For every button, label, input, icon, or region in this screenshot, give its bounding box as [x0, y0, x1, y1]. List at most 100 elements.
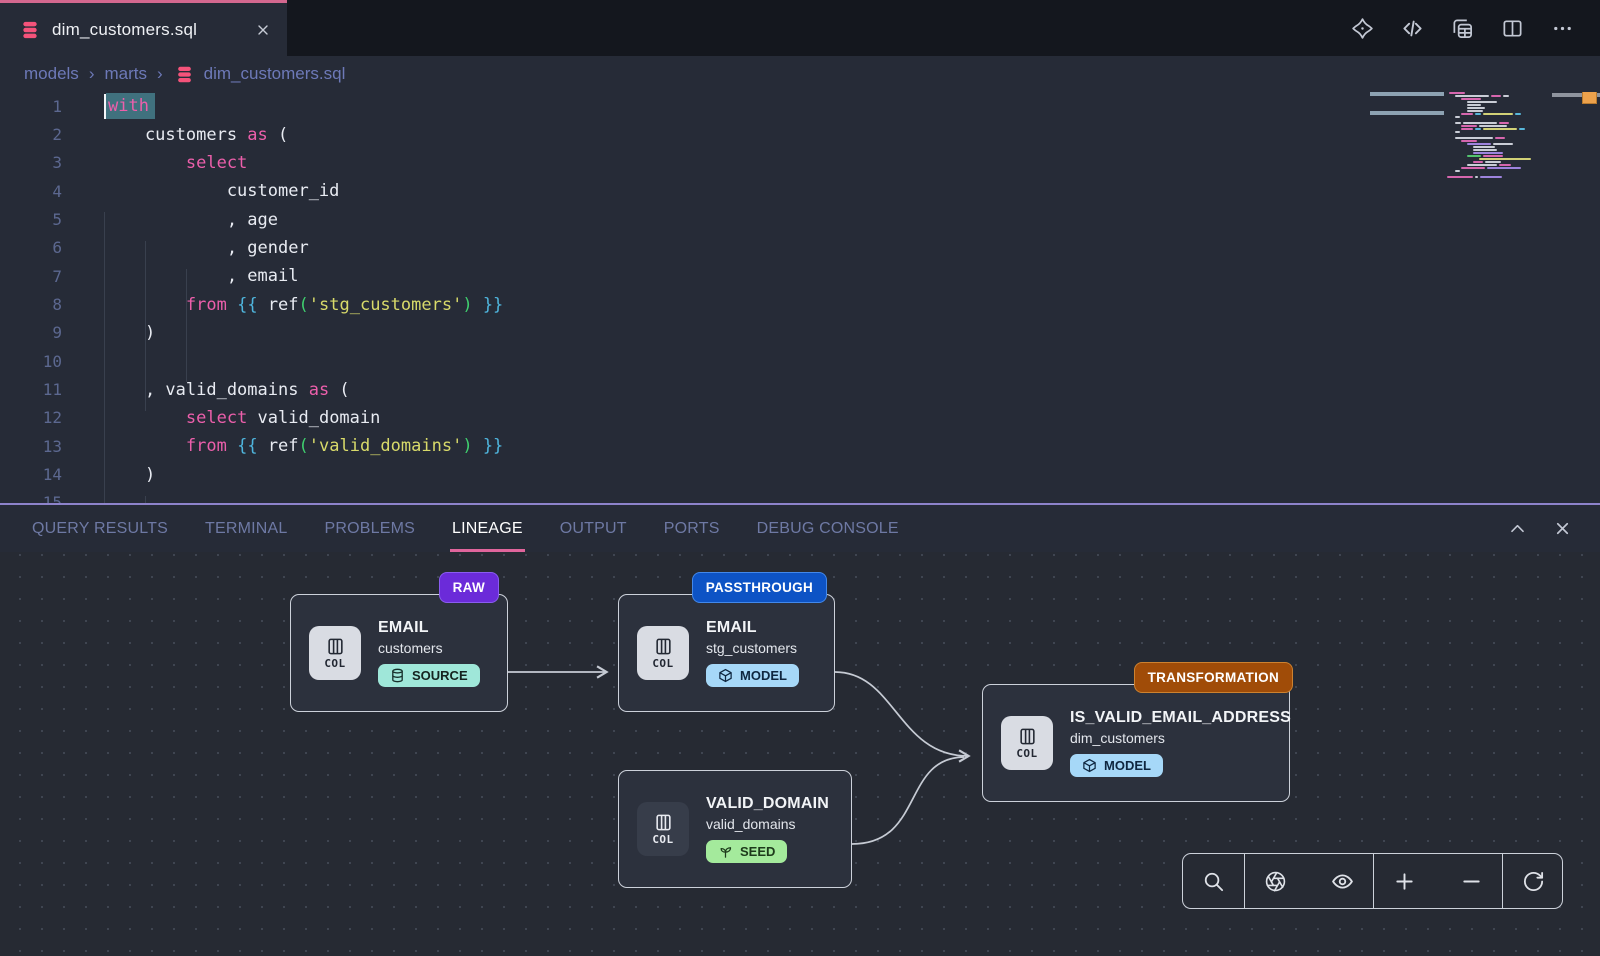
app-window: dim_customers.sql models › marts › dim_c…	[0, 0, 1600, 956]
code-lines: 1with2 customers as (3 select4 customer_…	[0, 92, 1600, 503]
minimap-segment	[1487, 167, 1521, 169]
zoom-in-button[interactable]	[1393, 870, 1416, 893]
minimap-line	[1447, 98, 1563, 100]
model-name: stg_customers	[706, 640, 797, 656]
lineage-node-dim_customers[interactable]: TRANSFORMATIONCOLIS_VALID_EMAIL_ADDRESSd…	[982, 684, 1290, 802]
panel-tab-terminal[interactable]: TERMINAL	[205, 505, 288, 552]
split-editor-icon[interactable]	[1501, 17, 1524, 40]
cube-icon	[1082, 758, 1097, 773]
minimap-segment	[1461, 113, 1473, 115]
code-line[interactable]: 11 , valid_domains as (	[0, 375, 1600, 403]
code-token: valid_domain	[247, 408, 380, 428]
minimap-segment	[1475, 176, 1478, 178]
lineage-node-customers[interactable]: RAWCOLEMAILcustomersSOURCE	[290, 594, 508, 712]
breadcrumb-item-file[interactable]: dim_customers.sql	[204, 64, 346, 84]
code-line[interactable]: 9 )	[0, 319, 1600, 347]
code-token: {{	[237, 295, 257, 315]
code-line[interactable]: 13 from {{ ref('valid_domains') }}	[0, 432, 1600, 460]
code-line-content: , email	[62, 266, 298, 286]
code-token: ref	[258, 436, 299, 456]
tab-dim-customers-sql[interactable]: dim_customers.sql	[0, 0, 287, 56]
code-icon[interactable]	[1401, 17, 1424, 40]
panel-tab-lineage[interactable]: LINEAGE	[452, 505, 523, 552]
minimap-segment	[1499, 122, 1509, 124]
minimap-line	[1447, 125, 1563, 127]
code-line[interactable]: 7 , email	[0, 262, 1600, 290]
code-editor[interactable]: 1with2 customers as (3 select4 customer_…	[0, 92, 1600, 503]
breadcrumb-separator: ›	[157, 64, 163, 84]
code-line[interactable]: 4 customer_id	[0, 177, 1600, 205]
minimap-segment	[1467, 155, 1481, 157]
lineage-node-stg_customers[interactable]: PASSTHROUGHCOLEMAILstg_customersMODEL	[618, 594, 835, 712]
breadcrumb-item-models[interactable]: models	[24, 64, 79, 84]
lineage-node-valid_domains[interactable]: COLVALID_DOMAINvalid_domainsSEED	[618, 770, 852, 888]
stg_customers-badge-passthrough: PASSTHROUGH	[692, 572, 827, 603]
toolbar-group	[1244, 854, 1373, 908]
zoom-out-button[interactable]	[1460, 870, 1483, 893]
minimap-segment	[1461, 98, 1481, 100]
panel-tab-query-results[interactable]: QUERY RESULTS	[32, 505, 168, 552]
minimap-segment	[1485, 161, 1501, 163]
breadcrumb-item-marts[interactable]: marts	[104, 64, 147, 84]
minimap-line	[1447, 140, 1563, 142]
column-chip: COL	[637, 626, 689, 680]
columns-icon	[326, 637, 345, 656]
copy-table-icon[interactable]	[1451, 17, 1474, 40]
node-body: COLEMAILcustomersSOURCE	[291, 595, 507, 711]
minimap-segment	[1483, 155, 1503, 157]
code-token: ref	[258, 295, 299, 315]
code-line[interactable]: 5 , age	[0, 205, 1600, 233]
lineage-canvas[interactable]: RAWCOLEMAILcustomersSOURCEPASSTHROUGHCOL…	[0, 552, 1600, 956]
search-button[interactable]	[1202, 870, 1225, 893]
minimap-segment	[1475, 113, 1481, 115]
column-chip: COL	[637, 802, 689, 856]
code-line[interactable]: 12 select valid_domain	[0, 404, 1600, 432]
minimap-segment	[1461, 128, 1473, 130]
columns-icon	[654, 813, 673, 832]
refresh-button[interactable]	[1522, 870, 1545, 893]
minimap[interactable]	[1447, 92, 1563, 179]
minimap-line	[1447, 137, 1563, 139]
code-line[interactable]: 15	[0, 489, 1600, 503]
code-line[interactable]: 3 select	[0, 149, 1600, 177]
code-token: as	[309, 380, 329, 400]
code-line[interactable]: 10	[0, 347, 1600, 375]
minimap-segment	[1473, 161, 1483, 163]
minimap-line	[1447, 158, 1563, 160]
code-line-content: select valid_domain	[62, 408, 380, 428]
eye-button[interactable]	[1331, 870, 1354, 893]
minimap-line	[1447, 143, 1563, 145]
indent-guide	[145, 496, 146, 503]
code-line[interactable]: 8 from {{ ref('stg_customers') }}	[0, 290, 1600, 318]
code-line[interactable]: 14 )	[0, 460, 1600, 488]
panel-tab-output[interactable]: OUTPUT	[560, 505, 627, 552]
code-token	[473, 295, 483, 315]
aperture-button[interactable]	[1264, 870, 1287, 893]
code-line[interactable]: 1with	[0, 92, 1600, 120]
minimap-segment	[1483, 128, 1517, 130]
chevron-up-icon[interactable]	[1508, 519, 1527, 538]
panel-tab-ports[interactable]: PORTS	[664, 505, 720, 552]
lineage-toolbar	[1182, 853, 1563, 909]
panel-tab-problems[interactable]: PROBLEMS	[324, 505, 415, 552]
panel-tab-debug-console[interactable]: DEBUG CONSOLE	[757, 505, 899, 552]
minimap-segment	[1475, 128, 1481, 130]
code-token: )	[104, 323, 155, 343]
minimap-segment	[1473, 152, 1503, 154]
code-token: customers	[104, 125, 247, 145]
minimap-segment	[1467, 104, 1481, 106]
lineage-edge	[852, 757, 964, 844]
bottom-panel-header: QUERY RESULTS TERMINAL PROBLEMS LINEAGE OUTP…	[0, 505, 1600, 552]
more-icon[interactable]	[1551, 17, 1574, 40]
code-token: , age	[104, 210, 278, 230]
code-line[interactable]: 6 , gender	[0, 234, 1600, 262]
code-token: (	[268, 125, 288, 145]
minimap-segment	[1499, 164, 1511, 166]
code-token: as	[247, 125, 267, 145]
close-icon[interactable]	[255, 22, 271, 38]
dbt-logo-icon[interactable]	[1351, 17, 1374, 40]
close-icon[interactable]	[1553, 519, 1572, 538]
code-line[interactable]: 2 customers as (	[0, 120, 1600, 148]
line-number: 15	[0, 493, 62, 503]
column-chip-label: COL	[652, 833, 673, 846]
